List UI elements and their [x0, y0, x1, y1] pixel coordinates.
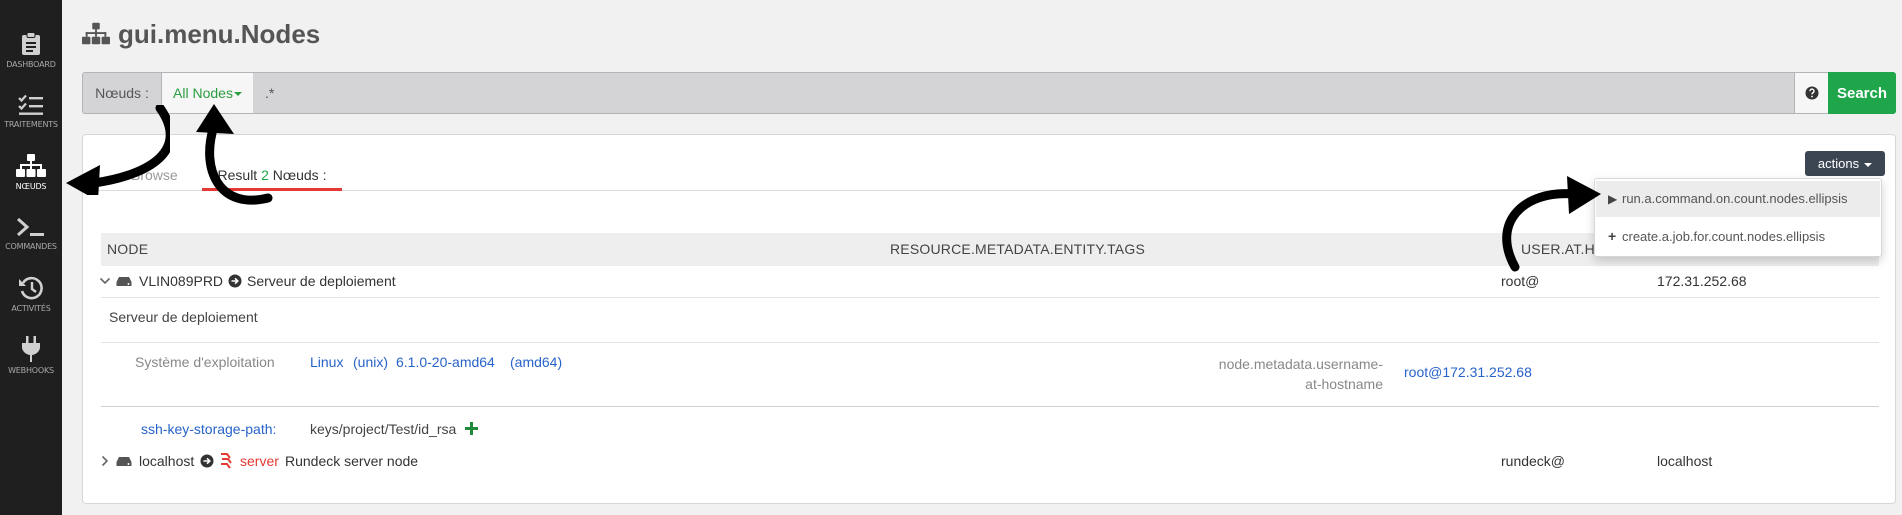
tab-result-prefix: Result	[217, 167, 258, 183]
sidebar-item-commandes[interactable]: COMMANDES	[0, 216, 62, 272]
filter-preset-label: All Nodes	[173, 85, 233, 101]
plug-icon	[22, 336, 40, 362]
history-icon	[19, 276, 43, 300]
tab-result[interactable]: Result 2 Nœuds :	[202, 157, 342, 191]
username-label-line1: node.metadata.username-	[1218, 356, 1383, 372]
sitemap-icon	[82, 22, 110, 45]
checklist-icon	[18, 94, 43, 115]
plus-icon[interactable]	[465, 422, 478, 435]
sidebar: DASHBOARD TRAITEMENTS NŒUDS COMMANDES AC…	[0, 0, 62, 515]
page-title-text: gui.menu.Nodes	[118, 18, 321, 49]
detail-divider	[101, 342, 1879, 343]
arrow-circle-right-icon[interactable]	[228, 274, 242, 288]
node-host: 172.31.252.68	[1657, 273, 1747, 289]
os-name-link[interactable]: (unix)	[353, 354, 388, 370]
os-version-link[interactable]: 6.1.0-20-amd64	[396, 354, 495, 370]
chevron-right-icon[interactable]	[99, 455, 111, 467]
node-tag-server[interactable]: server	[240, 453, 279, 469]
actions-dropdown-menu: ▶ run.a.command.on.count.nodes.ellipsis +…	[1594, 178, 1882, 257]
detail-description: Serveur de deploiement	[109, 309, 258, 325]
ssh-key-value: keys/project/Test/id_rsa	[310, 421, 457, 437]
chevron-down-icon[interactable]	[99, 275, 111, 287]
sidebar-item-label: WEBHOOKS	[8, 366, 54, 375]
node-name[interactable]: VLIN089PRD	[139, 273, 223, 289]
sidebar-item-noeuds[interactable]: NŒUDS	[0, 154, 62, 210]
column-header-node: NODE	[107, 241, 149, 257]
sidebar-item-webhooks[interactable]: WEBHOOKS	[0, 336, 62, 392]
search-button[interactable]: Search	[1828, 72, 1896, 114]
os-label: Système d'exploitation	[135, 354, 275, 370]
sidebar-item-traitements[interactable]: TRAITEMENTS	[0, 94, 62, 150]
filter-input[interactable]	[253, 72, 1795, 114]
node-host: localhost	[1657, 453, 1713, 469]
sidebar-item-label: ACTIVITÉS	[11, 304, 51, 313]
arrow-circle-right-icon[interactable]	[200, 454, 214, 468]
clipboard-icon	[22, 32, 40, 55]
filter-label: Nœuds :	[82, 72, 161, 114]
node-user: root@	[1501, 273, 1540, 289]
username-label-line2: at-hostname	[1305, 376, 1383, 392]
row-divider	[101, 297, 1879, 298]
os-family-link[interactable]: Linux	[310, 354, 343, 370]
username-at-hostname-label: node.metadata.username- at-hostname	[1153, 354, 1383, 394]
username-at-hostname-value[interactable]: root@172.31.252.68	[1404, 364, 1532, 380]
sitemap-icon	[16, 154, 46, 177]
node-description: Rundeck server node	[285, 453, 419, 469]
result-count: 2	[261, 167, 269, 183]
ssh-key-label: ssh-key-storage-path:	[141, 421, 277, 437]
chevron-down-icon	[1864, 162, 1873, 167]
sidebar-item-dashboard[interactable]: DASHBOARD	[0, 32, 62, 88]
run-command-menu-item[interactable]: ▶ run.a.command.on.count.nodes.ellipsis	[1596, 181, 1880, 217]
create-job-menu-item[interactable]: + create.a.job.for.count.nodes.ellipsis	[1596, 218, 1880, 254]
sidebar-item-label: DASHBOARD	[6, 60, 56, 69]
question-circle-icon	[1805, 86, 1819, 100]
actions-button[interactable]: actions	[1805, 151, 1885, 176]
actions-label: actions	[1817, 156, 1860, 171]
create-job-label: create.a.job.for.count.nodes.ellipsis	[1622, 229, 1826, 244]
sidebar-item-label: NŒUDS	[15, 182, 47, 191]
server-icon	[116, 277, 132, 286]
chevron-down-icon	[233, 92, 242, 97]
os-arch-link[interactable]: (amd64)	[510, 354, 562, 370]
play-icon: ▶	[1608, 192, 1618, 206]
tab-browse[interactable]: Browse	[131, 157, 178, 189]
node-description: Serveur de deploiement	[247, 273, 396, 289]
run-command-label: run.a.command.on.count.nodes.ellipsis	[1622, 191, 1848, 206]
sidebar-item-label: COMMANDES	[5, 242, 57, 251]
detail-divider	[101, 406, 1879, 407]
filter-help-button[interactable]	[1794, 72, 1830, 114]
sidebar-item-label: TRAITEMENTS	[4, 120, 58, 129]
column-header-tags: RESOURCE.METADATA.ENTITY.TAGS	[890, 241, 1145, 257]
node-user: rundeck@	[1501, 453, 1566, 469]
tab-result-suffix: Nœuds :	[272, 167, 327, 183]
filter-preset-dropdown[interactable]: All Nodes	[161, 72, 254, 114]
node-name[interactable]: localhost	[139, 453, 194, 469]
sidebar-item-activites[interactable]: ACTIVITÉS	[0, 276, 62, 332]
rundeck-logo-icon	[221, 453, 232, 469]
page-title: gui.menu.Nodes	[82, 16, 320, 52]
terminal-icon	[17, 217, 44, 237]
server-icon	[116, 457, 132, 466]
plus-icon: +	[1608, 228, 1617, 244]
node-filter-bar: Nœuds : All Nodes Search	[82, 72, 1896, 114]
